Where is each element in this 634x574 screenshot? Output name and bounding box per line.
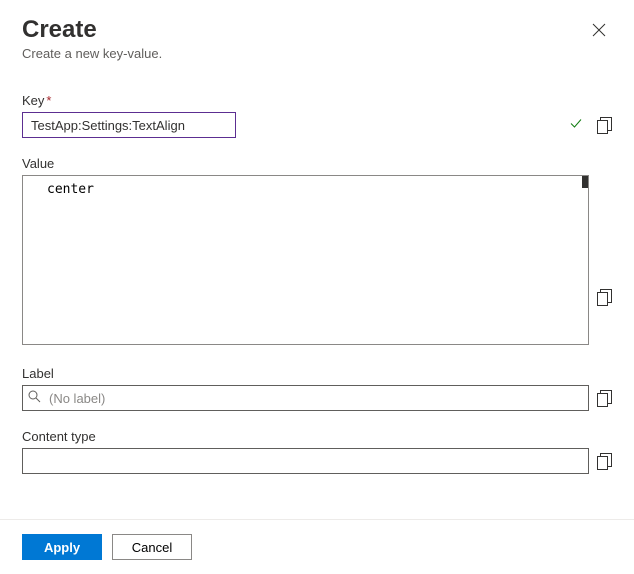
key-label-text: Key [22, 93, 44, 108]
label-field-label: Label [22, 366, 612, 381]
copy-icon [597, 289, 612, 306]
content-type-input[interactable] [22, 448, 589, 474]
scrollbar-thumb[interactable] [582, 176, 588, 188]
copy-icon [597, 453, 612, 470]
close-button[interactable] [586, 20, 612, 42]
key-label: Key* [22, 93, 612, 108]
label-input[interactable] [22, 385, 589, 411]
required-marker: * [46, 93, 51, 108]
value-textarea[interactable]: center [22, 175, 589, 345]
cancel-button[interactable]: Cancel [112, 534, 192, 560]
copy-icon [597, 117, 612, 134]
content-type-label: Content type [22, 429, 612, 444]
copy-key-button[interactable] [597, 117, 612, 134]
panel-subtitle: Create a new key-value. [22, 46, 162, 61]
copy-label-button[interactable] [597, 390, 612, 407]
copy-value-button[interactable] [597, 289, 612, 306]
close-icon [592, 23, 606, 37]
copy-icon [597, 390, 612, 407]
apply-button[interactable]: Apply [22, 534, 102, 560]
key-input[interactable] [22, 112, 236, 138]
footer: Apply Cancel [0, 519, 634, 574]
value-label: Value [22, 156, 612, 171]
panel-title: Create [22, 16, 162, 44]
checkmark-icon [569, 117, 583, 134]
copy-content-type-button[interactable] [597, 453, 612, 470]
